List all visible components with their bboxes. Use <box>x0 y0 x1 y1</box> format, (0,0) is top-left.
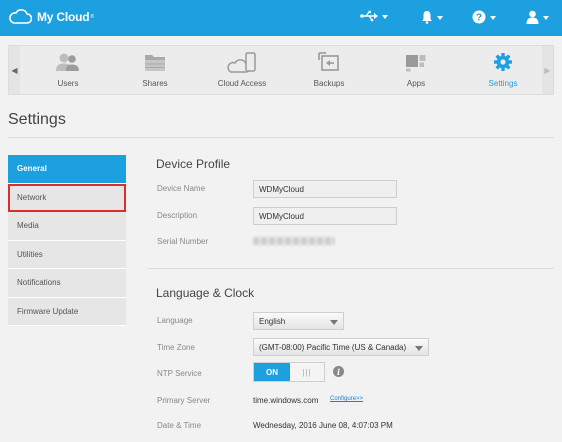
time-zone-select[interactable]: (GMT-08:00) Pacific Time (US & Canada) <box>253 338 429 356</box>
nav-item-apps[interactable]: Apps <box>376 46 456 94</box>
user-icon <box>526 10 539 24</box>
cloud-logo-icon <box>9 9 32 24</box>
settings-sidebar: General Network Media Utilities Notifica… <box>8 155 126 326</box>
trademark: ® <box>90 13 94 20</box>
section-divider <box>148 268 554 269</box>
app-title: My Cloud <box>37 9 90 24</box>
date-time-value: Wednesday, 2016 June 08, 4:07:03 PM <box>253 421 393 430</box>
nav-item-backups[interactable]: Backups <box>289 46 369 94</box>
help-icon: ? <box>472 10 486 24</box>
language-select-value: English <box>259 316 286 326</box>
chevron-down-icon <box>415 346 423 351</box>
device-name-input[interactable]: WDMyCloud <box>253 180 397 198</box>
toggle-off-handle: ||| <box>302 367 312 377</box>
date-time-label: Date & Time <box>157 421 202 430</box>
nav-item-shares[interactable]: Shares <box>115 46 195 94</box>
info-icon[interactable]: i <box>333 366 344 377</box>
ntp-service-toggle[interactable]: ON ||| <box>253 362 325 382</box>
nav-scroll-right-button[interactable]: ▶ <box>542 46 553 94</box>
usb-icon <box>360 10 378 22</box>
help-button[interactable]: ? <box>472 10 496 24</box>
serial-number-value-blurred <box>253 237 335 245</box>
cloud-access-icon <box>227 52 256 73</box>
language-clock-heading: Language & Clock <box>156 286 255 300</box>
nav-item-settings[interactable]: Settings <box>463 46 543 94</box>
nav-label-shares: Shares <box>142 79 168 88</box>
users-icon <box>56 53 79 71</box>
time-zone-select-value: (GMT-08:00) Pacific Time (US & Canada) <box>259 342 407 352</box>
sidebar-item-firmware-update[interactable]: Firmware Update <box>8 297 126 326</box>
nav-label-cloud-access: Cloud Access <box>217 79 267 88</box>
primary-server-value: time.windows.com <box>253 396 319 405</box>
nav-item-cloud-access[interactable]: Cloud Access <box>202 46 282 94</box>
sidebar-item-media[interactable]: Media <box>8 212 126 241</box>
main-nav: ◀ Users Shares Cloud Access Backups Apps… <box>8 45 554 95</box>
nav-item-users[interactable]: Users <box>28 46 108 94</box>
backups-icon <box>318 52 339 71</box>
primary-server-label: Primary Server <box>157 396 211 405</box>
sidebar-item-utilities[interactable]: Utilities <box>8 240 126 269</box>
nav-label-users: Users <box>57 79 79 88</box>
svg-text:?: ? <box>476 13 482 24</box>
ntp-service-label: NTP Service <box>157 369 202 378</box>
language-select[interactable]: English <box>253 312 344 330</box>
description-input[interactable]: WDMyCloud <box>253 207 397 225</box>
sidebar-item-general[interactable]: General <box>8 155 126 184</box>
time-zone-label: Time Zone <box>157 343 195 352</box>
apps-icon <box>406 55 426 72</box>
usb-menu-button[interactable] <box>360 10 388 22</box>
sidebar-item-notifications[interactable]: Notifications <box>8 269 126 298</box>
sidebar-item-network[interactable]: Network <box>8 183 126 212</box>
title-divider <box>8 137 554 138</box>
device-name-label: Device Name <box>157 184 206 193</box>
bell-icon <box>422 11 432 24</box>
nav-label-backups: Backups <box>313 79 345 88</box>
nav-label-apps: Apps <box>406 79 426 88</box>
notifications-button[interactable] <box>421 10 443 24</box>
nav-scroll-left-button[interactable]: ◀ <box>9 46 20 94</box>
user-menu-button[interactable] <box>526 10 549 24</box>
top-bar: My Cloud ® ? <box>0 0 562 36</box>
chevron-down-icon <box>330 320 338 325</box>
serial-number-label: Serial Number <box>157 237 209 246</box>
nav-label-settings: Settings <box>488 79 518 88</box>
shares-icon <box>145 55 165 71</box>
description-label: Description <box>157 211 198 220</box>
language-label: Language <box>157 316 193 325</box>
app-logo[interactable]: My Cloud ® <box>8 9 94 24</box>
configure-link[interactable]: Configure>> <box>330 396 363 402</box>
page-title: Settings <box>8 111 66 128</box>
device-profile-heading: Device Profile <box>156 157 231 171</box>
toggle-on-label: ON <box>254 363 290 381</box>
gear-icon <box>494 53 512 71</box>
